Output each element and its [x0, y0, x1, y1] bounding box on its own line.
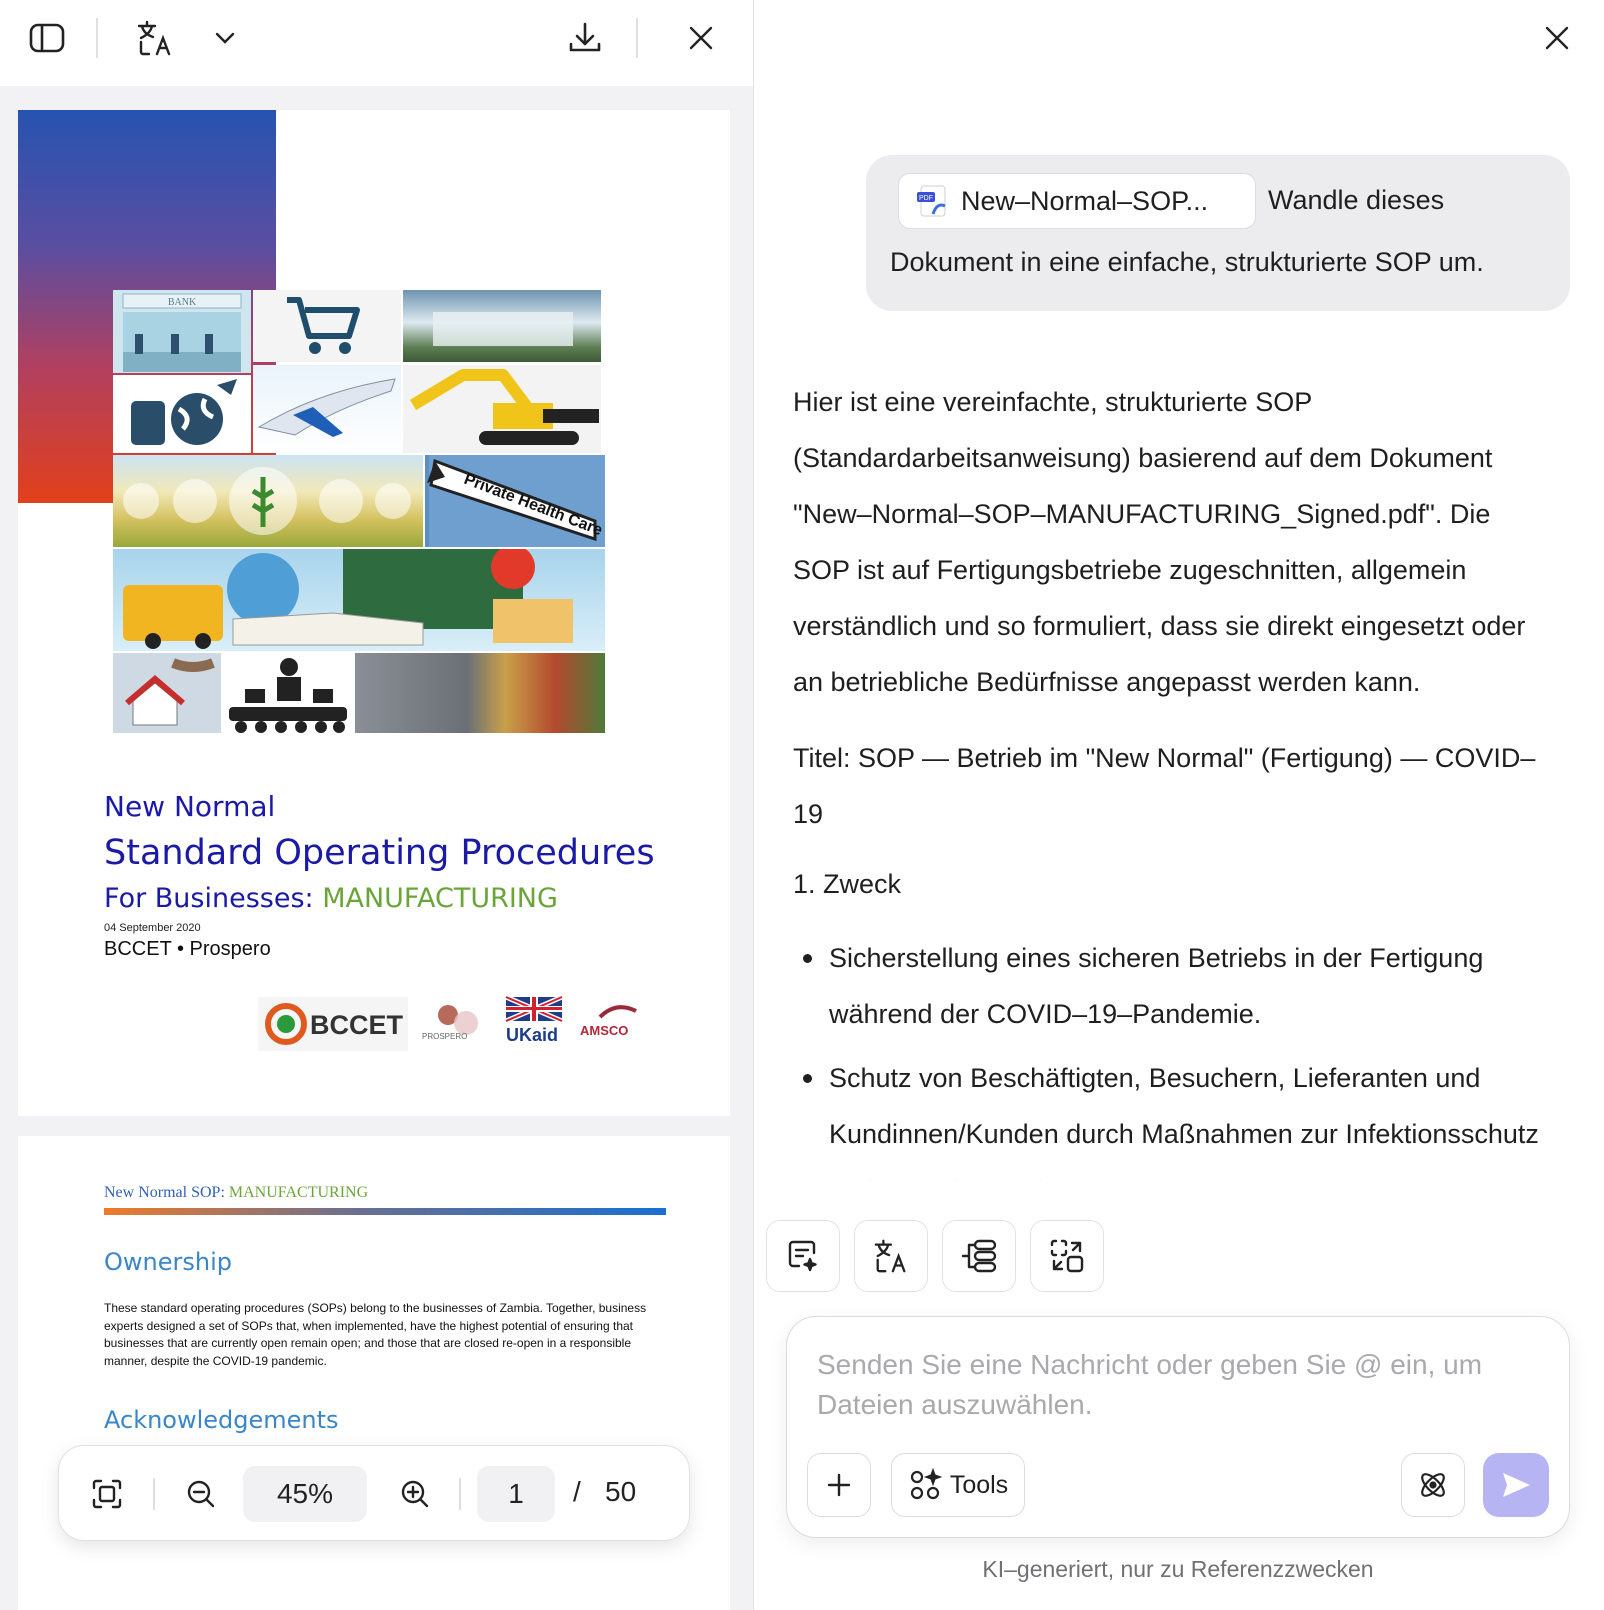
attached-file-name: New–Normal–SOP... — [961, 185, 1209, 216]
sidebar-toggle-icon[interactable] — [24, 18, 70, 58]
chevron-down-icon[interactable] — [202, 18, 248, 58]
ai-response-section-heading: 1. Zweck — [793, 869, 902, 899]
translate-icon — [874, 1239, 906, 1273]
doc-date: 04 September 2020 — [104, 922, 201, 934]
mindmap-icon — [961, 1239, 997, 1273]
cover-collage: BANK Private Health Care — [113, 290, 613, 733]
atom-icon — [1421, 1473, 1445, 1497]
running-header-accent: MANUFACTURING — [228, 1184, 369, 1201]
running-header-prefix: New Normal SOP: — [104, 1184, 229, 1201]
prospero-logo-text: PROSPERO — [422, 1032, 467, 1041]
ai-disclaimer: KI–generiert, nur zu Referenzzwecken — [982, 1556, 1374, 1582]
amsco-logo-text: AMSCO — [580, 1023, 628, 1038]
doc-title-sop: Standard Operating Procedures — [104, 833, 655, 873]
toolbar-divider — [96, 18, 98, 58]
bank-image: BANK — [113, 290, 251, 373]
doc-subtitle-accent: MANUFACTURING — [322, 883, 558, 914]
message-input[interactable] — [817, 1345, 1537, 1435]
tools-icon — [910, 1468, 942, 1500]
viewer-toolbar — [0, 0, 753, 86]
doc-subtitle-prefix: For Businesses: — [104, 883, 323, 914]
zoom-page-toolbar: 45% 1 / 50 — [58, 1445, 690, 1541]
ownership-paragraph: These standard operating procedures (SOP… — [104, 1301, 647, 1368]
translate-icon[interactable] — [132, 18, 178, 58]
excavator-image — [403, 365, 601, 453]
pdf-viewer-panel: BANK Private Health Care New Normal Stan… — [0, 0, 754, 1610]
user-message-bubble: PDF New–Normal–SOP... Wandle dieses Doku… — [866, 155, 1570, 311]
close-icon[interactable] — [678, 18, 724, 58]
mindmap-button[interactable] — [942, 1220, 1016, 1292]
doc-subtitle: For Businesses: MANUFACTURING — [104, 883, 558, 914]
doc-title-new-normal: New Normal — [104, 790, 276, 823]
pdf-page-1: BANK Private Health Care New Normal Stan… — [18, 110, 730, 1116]
add-attachment-button[interactable] — [807, 1453, 871, 1517]
convert-button[interactable] — [1030, 1220, 1104, 1292]
factory-worker-icon-image — [223, 653, 353, 733]
user-message-text-line2: Dokument in eine einfache, strukturierte… — [890, 247, 1484, 277]
section-heading-acknowledgements: Acknowledgements — [104, 1406, 339, 1434]
airplane-image — [253, 365, 401, 453]
partner-logos: BCCET PROSPERO UKaid AMSCO — [258, 994, 638, 1053]
education-image — [113, 549, 605, 651]
summarize-button[interactable] — [766, 1220, 840, 1292]
page-total: 50 — [605, 1476, 637, 1507]
pdf-file-icon: PDF — [917, 184, 951, 218]
house-handshake-image — [113, 653, 221, 733]
travel-globe-image — [113, 375, 251, 453]
toolbar-divider — [636, 18, 638, 58]
shopping-cart-image — [253, 290, 401, 362]
fit-page-icon[interactable] — [83, 1470, 131, 1518]
message-composer: Tools — [786, 1316, 1570, 1538]
translate-button[interactable] — [854, 1220, 928, 1292]
ai-chat-panel: PDF New–Normal–SOP... Wandle dieses Doku… — [754, 0, 1604, 1610]
summarize-icon — [788, 1240, 817, 1272]
zoom-level[interactable]: 45% — [243, 1466, 367, 1522]
download-icon[interactable] — [562, 18, 608, 58]
section-heading-ownership: Ownership — [104, 1248, 232, 1276]
list-item: Sicherstellung eines sicheren Betriebs i… — [793, 930, 1553, 1042]
svg-text:PDF: PDF — [919, 195, 933, 202]
ukaid-logo-text: UKaid — [506, 1025, 558, 1045]
market-street-image — [355, 653, 605, 733]
zoom-in-icon[interactable] — [391, 1470, 439, 1518]
bank-sign-text: BANK — [168, 297, 197, 308]
user-message-text-line1: Wandle dieses — [1268, 185, 1445, 215]
bccet-logo-text: BCCET — [310, 1010, 404, 1040]
zoom-out-icon[interactable] — [177, 1470, 225, 1518]
plus-icon — [827, 1473, 851, 1497]
waterfall-image — [403, 290, 601, 362]
convert-icon — [1050, 1239, 1084, 1273]
doc-organizations: BCCET • Prospero — [104, 938, 271, 960]
attached-file-chip[interactable]: PDF New–Normal–SOP... — [898, 173, 1256, 229]
zoombar-divider — [153, 1478, 155, 1510]
zoombar-divider — [459, 1478, 461, 1510]
page-separator: / — [573, 1476, 581, 1507]
page-number-input[interactable]: 1 — [477, 1466, 555, 1522]
ai-response-intro: Hier ist eine vereinfachte, strukturiert… — [793, 387, 1526, 697]
header-rule — [104, 1208, 666, 1215]
send-button[interactable] — [1483, 1453, 1549, 1517]
ai-response-title: Titel: SOP — Betrieb im "New Normal" (Fe… — [793, 743, 1536, 829]
ai-model-button[interactable] — [1401, 1453, 1465, 1517]
send-icon — [1503, 1473, 1530, 1497]
page-running-header: New Normal SOP: MANUFACTURING — [104, 1184, 368, 1202]
private-health-care-sign-image: Private Health Care — [425, 455, 605, 547]
tools-label: Tools — [949, 1470, 1009, 1499]
agriculture-image — [113, 455, 423, 547]
tools-button[interactable]: Tools — [891, 1453, 1025, 1517]
close-chat-icon[interactable] — [1534, 18, 1580, 58]
